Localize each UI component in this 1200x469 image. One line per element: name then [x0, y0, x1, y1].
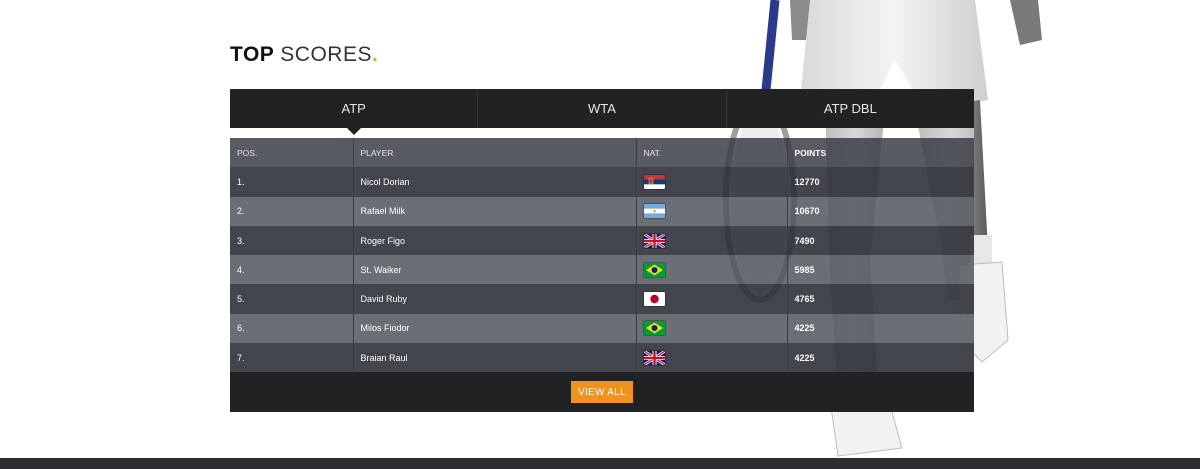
- brazil-flag-icon: [643, 321, 665, 336]
- row-nat: [636, 284, 788, 314]
- table-row: 4. St. Waiker 5985: [230, 255, 974, 285]
- table-row: 2. Rafael Milk 10670: [230, 196, 974, 226]
- row-player: Nicol Dorian: [353, 167, 637, 197]
- row-points: 4765: [794, 294, 815, 305]
- row-player: David Ruby: [353, 284, 637, 314]
- tab-atp[interactable]: ATP: [230, 89, 479, 135]
- row-pos: 1.: [230, 167, 354, 197]
- view-all-button[interactable]: VIEW ALL: [571, 381, 633, 404]
- row-nat: [636, 225, 788, 256]
- argentina-flag-icon: [643, 204, 665, 219]
- row-pos: 6.: [230, 313, 354, 344]
- tab-wta[interactable]: WTA: [478, 89, 727, 128]
- title-light: SCORES: [280, 43, 372, 66]
- row-player: St. Waiker: [353, 255, 637, 285]
- uk-flag-icon: [643, 350, 665, 365]
- scores-table: POS. PLAYER NAT. POINTS 1. Nicol Dorian …: [230, 138, 974, 373]
- row-player: Roger Figo: [353, 225, 637, 256]
- scores-tabs: ATP WTA ATP DBL: [230, 89, 974, 135]
- header-nat: NAT.: [636, 138, 788, 168]
- footer-strip: [0, 458, 1200, 469]
- row-player: Braian Raul: [353, 343, 637, 373]
- row-pos: 5.: [230, 284, 354, 314]
- row-points: 4225: [794, 323, 815, 334]
- table-row: 7. Braian Raul 4225: [230, 343, 974, 373]
- brazil-flag-icon: [643, 262, 665, 277]
- table-footer: VIEW ALL: [230, 372, 974, 413]
- row-pos: 4.: [230, 255, 354, 285]
- header-pos: POS.: [230, 138, 354, 168]
- row-player: Milos Fiodor: [353, 313, 637, 344]
- scores-panel: ATP WTA ATP DBL POS. PLAYER NAT. POINTS …: [230, 89, 974, 413]
- row-nat: [636, 255, 788, 285]
- row-nat: [636, 196, 788, 226]
- row-points: 7490: [794, 235, 815, 246]
- section-title: TOP SCORES.: [230, 43, 378, 67]
- table-row: 3. Roger Figo 7490: [230, 225, 974, 256]
- title-dot: .: [371, 43, 379, 66]
- row-points: 4225: [794, 352, 815, 363]
- row-nat: [636, 313, 788, 344]
- header-player: PLAYER: [353, 138, 637, 168]
- row-nat: [636, 167, 788, 197]
- title-bold: TOP: [230, 43, 274, 66]
- header-points: POINTS: [794, 147, 827, 158]
- row-points: 5985: [794, 264, 815, 275]
- table-row: 5. David Ruby 4765: [230, 284, 974, 314]
- row-nat: [636, 343, 788, 373]
- table-row: 1. Nicol Dorian 12770: [230, 167, 974, 197]
- row-pos: 3.: [230, 225, 354, 256]
- japan-flag-icon: [643, 292, 665, 307]
- tabs-spacer: [230, 128, 974, 138]
- tab-atp-dbl[interactable]: ATP DBL: [727, 89, 974, 128]
- uk-flag-icon: [643, 233, 665, 248]
- table-header-row: POS. PLAYER NAT. POINTS: [230, 138, 974, 168]
- row-points: 12770: [794, 176, 820, 187]
- row-pos: 7.: [230, 343, 354, 373]
- table-row: 6. Milos Fiodor 4225: [230, 313, 974, 344]
- row-pos: 2.: [230, 196, 354, 226]
- serbia-flag-icon: [643, 174, 665, 189]
- row-player: Rafael Milk: [353, 196, 637, 226]
- row-points: 10670: [794, 206, 820, 217]
